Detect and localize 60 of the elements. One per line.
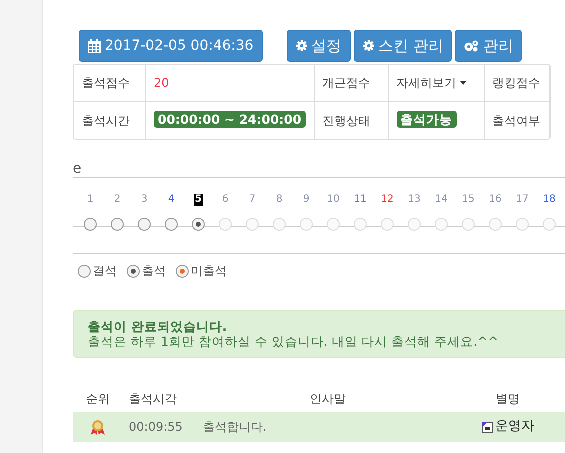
day-radio[interactable] [165, 218, 178, 231]
info-label: 개근점수 [322, 76, 371, 90]
settings-icon [362, 40, 375, 52]
nickname-cell-text: 운영자 [496, 418, 534, 436]
day-number: 14 [434, 194, 449, 206]
legend-label: 미출석 [191, 263, 227, 280]
legend-label: 출석 [142, 263, 166, 280]
legend-radio[interactable] [78, 264, 91, 278]
alert-title: 출석이 완료되었습니다. [88, 319, 228, 334]
column-header: 출석시각 [129, 392, 177, 406]
alert-message: 출석은 하루 1회만 참여하실 수 있습니다. 내일 다시 출석해 주세요.^^ [88, 334, 500, 349]
admin-button[interactable]: 관리 [455, 30, 522, 62]
info-label: 출석점수 [82, 76, 130, 90]
day-number: 18 [542, 194, 557, 206]
score-value: 20 [154, 76, 170, 90]
column-header: 별명 [496, 392, 520, 406]
caret-icon [460, 81, 468, 86]
legend-radio[interactable] [176, 264, 189, 278]
details-dropdown[interactable]: 자세히보기 [396, 76, 468, 90]
greeting-cell: 출석합니다. [203, 420, 267, 434]
day-number: 17 [515, 194, 530, 206]
calendar-icon [88, 39, 101, 53]
day-number: 9 [302, 194, 311, 206]
day-number: 4 [167, 194, 176, 206]
day-number: 10 [326, 194, 341, 206]
day-number: 16 [488, 194, 503, 206]
info-label: 출석여부 [492, 114, 541, 128]
column-header: 인사말 [310, 392, 346, 406]
gears-icon [464, 40, 480, 52]
day-radio[interactable] [84, 218, 97, 231]
day-number: 3 [140, 194, 149, 206]
day-number: 1 [86, 194, 95, 206]
status-badge: 00:00:00 ~ 24:00:00 [154, 111, 306, 128]
settings-button[interactable]: 스킨 관리 [354, 30, 452, 62]
day-number: 8 [275, 194, 284, 206]
column-header: 순위 [86, 392, 110, 406]
legend-label: 결석 [93, 263, 117, 280]
day-number: 11 [353, 194, 368, 206]
day-radio[interactable] [111, 218, 124, 231]
info-label: 출석시간 [82, 114, 130, 128]
level-icon [482, 422, 492, 432]
day-number: 7 [248, 194, 257, 206]
section-heading: e [73, 162, 565, 178]
day-number: 2 [113, 194, 122, 206]
settings-button[interactable]: 설정 [286, 30, 351, 62]
time-cell: 00:09:55 [129, 420, 183, 434]
settings-icon [296, 40, 308, 52]
legend-radio[interactable] [127, 264, 140, 278]
day-number: 12 [380, 194, 395, 206]
day-radio[interactable] [138, 218, 151, 231]
day-number: 6 [221, 194, 230, 206]
info-label: 랭킹점수 [492, 76, 541, 90]
day-number: 5 [194, 194, 203, 206]
day-radio[interactable] [192, 218, 205, 231]
day-number: 13 [407, 194, 422, 206]
medal-icon [91, 420, 105, 436]
day-number: 15 [461, 194, 476, 206]
date-time-button[interactable]: 2017-02-05 00:46:36 [79, 30, 263, 62]
info-label: 진행상태 [322, 114, 371, 128]
status-badge: 출석가능 [396, 111, 457, 128]
